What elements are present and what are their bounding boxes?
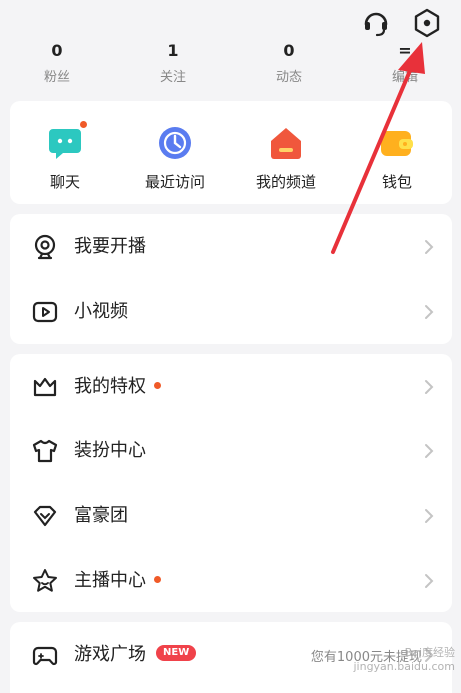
quick-item-recent[interactable]: 最近访问 [125,125,225,192]
chevron-right-icon [424,647,434,663]
profile-stats: 0 粉丝 1 关注 0 动态 = 编辑 [0,44,461,88]
quick-access-card: 聊天 最近访问 我的频道 钱包 [10,101,452,204]
quick-item-label: 钱包 [381,173,412,191]
wallet-icon [379,125,415,161]
menu-item-label: 我要开播 [74,236,146,257]
stat-following[interactable]: 1 关注 [123,44,223,85]
menu-item-label: 主播中心 [74,568,161,594]
tshirt-icon [32,438,58,464]
chevron-right-icon [424,379,434,395]
menu-item-start-live[interactable]: 我要开播 [10,214,452,278]
stat-edit[interactable]: = 编辑 [355,44,455,85]
diamond-icon [32,503,58,529]
menu-group-live: 我要开播 小视频 [10,214,452,344]
menu-item-privileges[interactable]: 我的特权 [10,354,452,418]
stat-posts[interactable]: 0 动态 [239,44,339,85]
menu-item-dressup[interactable]: 装扮中心 [10,418,452,482]
crown-icon [32,374,58,400]
star-icon [32,568,58,594]
stat-value: 0 [283,44,295,60]
clock-icon [157,125,193,161]
chevron-right-icon [424,239,434,255]
quick-item-chat[interactable]: 聊天 [15,121,115,192]
stat-value: 1 [167,44,179,60]
stat-label: 动态 [275,70,302,85]
menu-item-game-plaza[interactable]: 游戏广场 NEW 您有1000元未提现 [10,622,452,686]
home-channel-icon [268,125,304,161]
notification-dot [80,121,87,128]
gamepad-icon [32,642,58,668]
quick-item-label: 聊天 [49,173,80,191]
menu-group-features: 我的特权 装扮中心 富豪团 主播中心 [10,354,452,612]
chevron-right-icon [424,573,434,589]
menu-item-label: 小视频 [74,301,128,322]
new-badge: NEW [156,645,197,661]
stat-value: 0 [51,44,63,60]
chat-bubble-icon [47,121,87,161]
notification-dot [154,381,161,389]
menu-item-label: 装扮中心 [74,440,146,461]
webcam-icon [32,234,58,260]
stat-label: 关注 [159,70,186,85]
stat-label: 粉丝 [43,70,70,85]
stat-label: 编辑 [391,70,418,85]
menu-item-short-video[interactable]: 小视频 [10,279,452,343]
chevron-right-icon [424,508,434,524]
menu-item-rich-club[interactable]: 富豪团 [10,483,452,547]
stat-fans[interactable]: 0 粉丝 [7,44,107,85]
stat-value: = [398,44,412,60]
chevron-right-icon [424,304,434,320]
menu-item-label: 我的特权 [74,374,161,400]
headset-icon[interactable] [361,8,391,38]
menu-item-label: 富豪团 [74,505,128,526]
hexagon-settings-icon[interactable] [412,8,442,38]
menu-item-label: 游戏广场 NEW [74,642,197,668]
chevron-right-icon [424,443,434,459]
menu-item-streamer-center[interactable]: 主播中心 [10,548,452,612]
video-play-icon [32,299,58,325]
quick-item-label: 我的频道 [255,173,316,191]
quick-item-channel[interactable]: 我的频道 [236,125,336,192]
quick-item-wallet[interactable]: 钱包 [347,125,447,192]
profile-header: 0 粉丝 1 关注 0 动态 = 编辑 [0,0,461,96]
notification-dot [154,575,161,583]
withdraw-hint: 您有1000元未提现 [310,650,422,665]
menu-group-games: 游戏广场 NEW 您有1000元未提现 [10,622,452,693]
quick-item-label: 最近访问 [144,173,205,191]
